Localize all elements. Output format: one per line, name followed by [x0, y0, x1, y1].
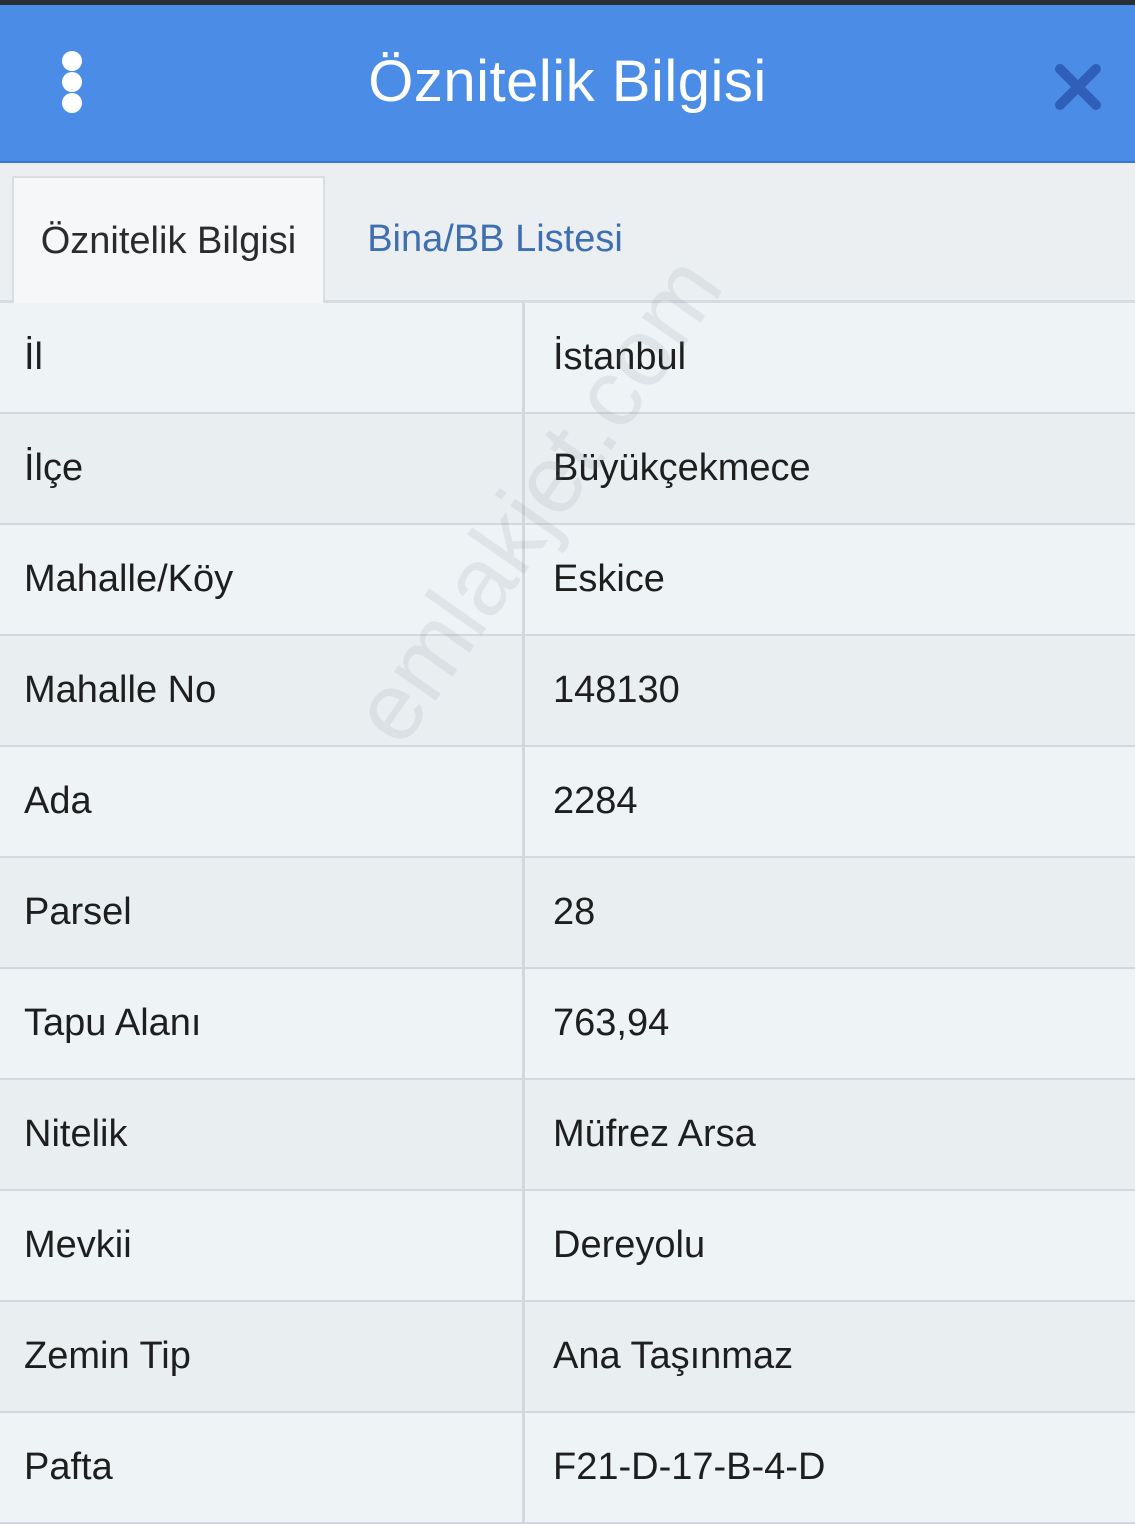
tab-bar: Öznitelik Bilgisi Bina/BB Listesi — [0, 163, 1135, 303]
row-label: Pafta — [24, 1446, 113, 1488]
column-divider — [522, 747, 525, 856]
dialog-title: Öznitelik Bilgisi — [368, 49, 767, 114]
row-label: İl — [24, 336, 43, 378]
row-value: Büyükçekmece — [553, 447, 811, 489]
table-row: Zemin Tip Ana Taşınmaz — [0, 1302, 1135, 1413]
column-divider — [522, 636, 525, 745]
table-row: Parsel 28 — [0, 858, 1135, 969]
row-value: Dereyolu — [553, 1224, 706, 1266]
table-row: Mahalle No 148130 — [0, 636, 1135, 747]
tab-oznitelik-bilgisi[interactable]: Öznitelik Bilgisi — [12, 176, 325, 303]
table-row: Tapu Alanı 763,94 — [0, 969, 1135, 1080]
attribute-table: İl İstanbul İlçe Büyükçekmece Mahalle/Kö… — [0, 303, 1135, 1524]
row-label: Parsel — [24, 891, 132, 933]
column-divider — [522, 303, 525, 412]
row-value: Ana Taşınmaz — [553, 1335, 794, 1377]
row-value: İstanbul — [553, 336, 687, 378]
table-row: Ada 2284 — [0, 747, 1135, 858]
table-row: İl İstanbul — [0, 303, 1135, 414]
row-label: İlçe — [24, 447, 84, 489]
column-divider — [522, 525, 525, 634]
row-value: Müfrez Arsa — [553, 1113, 756, 1155]
row-value: F21-D-17-B-4-D — [553, 1446, 826, 1488]
row-label: Tapu Alanı — [24, 1002, 202, 1044]
table-row: İlçe Büyükçekmece — [0, 414, 1135, 525]
dialog-header: Öznitelik Bilgisi — [0, 5, 1135, 163]
row-label: Ada — [24, 780, 92, 822]
tab-bina-bb-listesi[interactable]: Bina/BB Listesi — [325, 176, 665, 303]
column-divider — [522, 1413, 525, 1522]
row-value: 2284 — [553, 780, 638, 822]
row-label: Mevkii — [24, 1224, 132, 1266]
close-icon — [1055, 64, 1101, 110]
column-divider — [522, 1191, 525, 1300]
row-label: Nitelik — [24, 1113, 128, 1155]
table-row: Pafta F21-D-17-B-4-D — [0, 1413, 1135, 1524]
column-divider — [522, 1302, 525, 1411]
column-divider — [522, 858, 525, 967]
row-value: 148130 — [553, 669, 680, 711]
row-label: Mahalle/Köy — [24, 558, 234, 600]
table-row: Mahalle/Köy Eskice — [0, 525, 1135, 636]
row-value: Eskice — [553, 558, 665, 600]
column-divider — [522, 1080, 525, 1189]
column-divider — [522, 969, 525, 1078]
row-label: Mahalle No — [24, 669, 217, 711]
table-row: Nitelik Müfrez Arsa — [0, 1080, 1135, 1191]
row-value: 763,94 — [553, 1002, 670, 1044]
row-value: 28 — [553, 891, 596, 933]
table-row: Mevkii Dereyolu — [0, 1191, 1135, 1302]
column-divider — [522, 414, 525, 523]
close-button[interactable] — [1048, 57, 1108, 117]
row-label: Zemin Tip — [24, 1335, 191, 1377]
